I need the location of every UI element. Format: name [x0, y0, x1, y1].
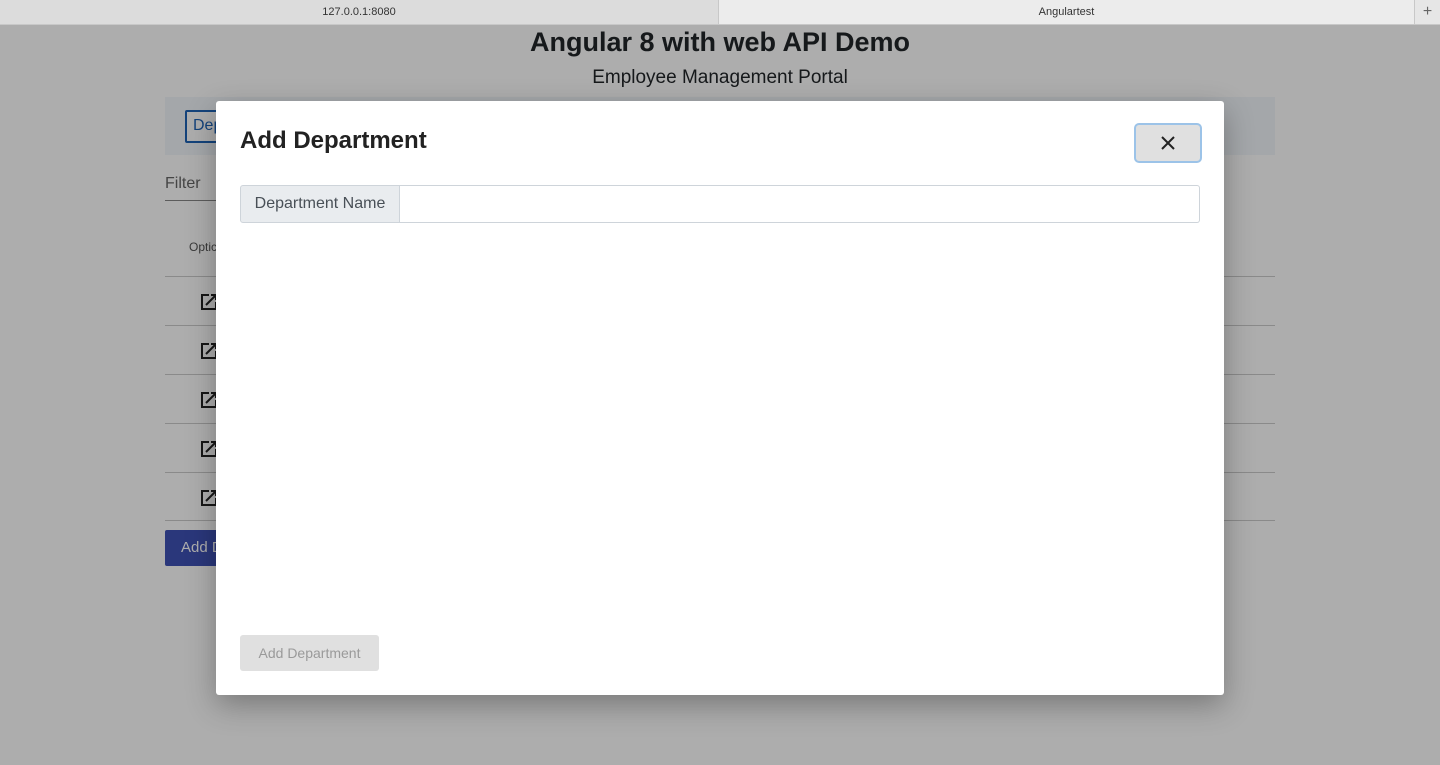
- department-name-group: Department Name: [240, 185, 1200, 223]
- browser-tab-localhost[interactable]: 127.0.0.1:8080: [0, 0, 719, 24]
- department-name-input[interactable]: [400, 185, 1200, 223]
- close-icon: [1161, 136, 1175, 150]
- dialog-title: Add Department: [240, 127, 427, 154]
- browser-tab-angulartest[interactable]: Angulartest: [719, 0, 1415, 24]
- add-department-dialog: Add Department Department Name Add Depar…: [216, 101, 1224, 695]
- department-name-label: Department Name: [240, 185, 400, 223]
- add-department-submit-button[interactable]: Add Department: [240, 635, 379, 671]
- browser-tab-strip: 127.0.0.1:8080 Angulartest +: [0, 0, 1440, 25]
- close-button[interactable]: [1134, 123, 1202, 163]
- new-tab-button[interactable]: +: [1415, 0, 1440, 24]
